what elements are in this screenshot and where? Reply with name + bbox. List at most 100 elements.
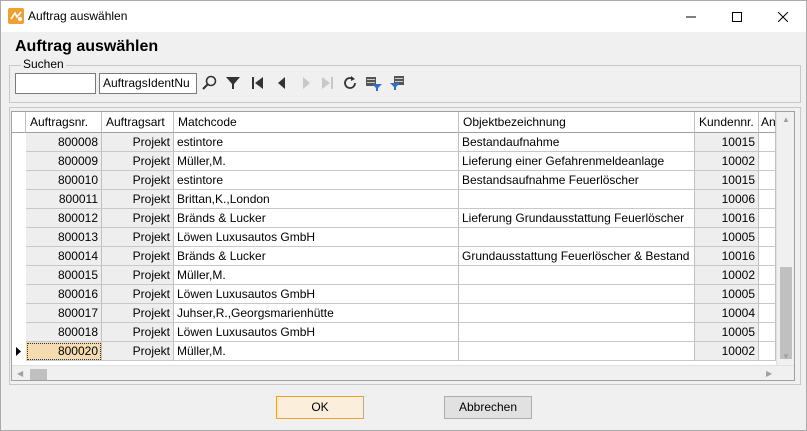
row-selector[interactable] xyxy=(12,247,26,266)
scroll-left-icon[interactable]: ◀ xyxy=(17,369,23,378)
filter-button[interactable] xyxy=(223,72,243,94)
cell-auftragsart[interactable]: Projekt xyxy=(102,304,174,323)
cancel-button[interactable]: Abbrechen xyxy=(444,396,532,419)
cell-auftragsnr[interactable]: 800016 xyxy=(26,285,102,304)
cell-auftragsart[interactable]: Projekt xyxy=(102,342,174,361)
cell-anl[interactable] xyxy=(759,247,776,266)
cell-anl[interactable] xyxy=(759,228,776,247)
cell-anl[interactable] xyxy=(759,342,776,361)
cell-matchcode[interactable]: estintore xyxy=(174,133,459,152)
refresh-button[interactable] xyxy=(340,72,360,94)
next-record-button[interactable] xyxy=(296,72,316,94)
table-row[interactable]: 800015 Projekt Müller,M. 10002 xyxy=(12,266,776,285)
cell-auftragsnr[interactable]: 800008 xyxy=(26,133,102,152)
cell-matchcode[interactable]: estintore xyxy=(174,171,459,190)
row-selector[interactable] xyxy=(12,266,26,285)
cell-objektbezeichnung[interactable] xyxy=(459,228,695,247)
search-input[interactable] xyxy=(15,73,96,94)
column-header-auftragsnr[interactable]: Auftragsnr. xyxy=(26,112,102,133)
cell-auftragsnr[interactable]: 800020 xyxy=(26,342,102,361)
cell-auftragsart[interactable]: Projekt xyxy=(102,323,174,342)
cell-anl[interactable] xyxy=(759,190,776,209)
column-header-matchcode[interactable]: Matchcode xyxy=(174,112,459,133)
table-row[interactable]: 800008 Projekt estintore Bestandaufnahme 100… xyxy=(12,133,776,152)
row-selector[interactable] xyxy=(12,190,26,209)
last-record-button[interactable] xyxy=(317,72,337,94)
cell-kundennr[interactable]: 10006 xyxy=(695,190,759,209)
cell-auftragsnr[interactable]: 800018 xyxy=(26,323,102,342)
previous-record-button[interactable] xyxy=(272,72,292,94)
cell-auftragsnr[interactable]: 800011 xyxy=(26,190,102,209)
cell-auftragsart[interactable]: Projekt xyxy=(102,228,174,247)
cell-matchcode[interactable]: Juhser,R.,Georgsmarienhütte xyxy=(174,304,459,323)
cell-kundennr[interactable]: 10005 xyxy=(695,323,759,342)
cell-anl[interactable] xyxy=(759,209,776,228)
table-row[interactable]: 800017 Projekt Juhser,R.,Georgsmarienhütte… xyxy=(12,304,776,323)
cell-kundennr[interactable]: 10016 xyxy=(695,209,759,228)
row-selector[interactable] xyxy=(12,209,26,228)
cell-kundennr[interactable]: 10002 xyxy=(695,342,759,361)
table-row[interactable]: 800013 Projekt Löwen Luxusautos GmbH 10005 xyxy=(12,228,776,247)
cell-objektbezeichnung[interactable] xyxy=(459,304,695,323)
cell-auftragsart[interactable]: Projekt xyxy=(102,190,174,209)
cell-auftragsnr[interactable]: 800015 xyxy=(26,266,102,285)
row-selector[interactable] xyxy=(12,304,26,323)
cell-auftragsnr[interactable]: 800017 xyxy=(26,304,102,323)
cell-auftragsnr[interactable]: 800013 xyxy=(26,228,102,247)
cell-auftragsart[interactable]: Projekt xyxy=(102,285,174,304)
cell-kundennr[interactable]: 10005 xyxy=(695,285,759,304)
cell-objektbezeichnung[interactable]: Bestandsaufnahme Feuerlöscher xyxy=(459,171,695,190)
cell-kundennr[interactable]: 10015 xyxy=(695,171,759,190)
table-row[interactable]: 800011 Projekt Brittan,K.,London 10006 xyxy=(12,190,776,209)
cell-matchcode[interactable]: Löwen Luxusautos GmbH xyxy=(174,228,459,247)
table-row[interactable]: 800018 Projekt Löwen Luxusautos GmbH 10005 xyxy=(12,323,776,342)
cell-anl[interactable] xyxy=(759,304,776,323)
cell-objektbezeichnung[interactable]: Lieferung Grundausstattung Feuerlöscher xyxy=(459,209,695,228)
cell-anl[interactable] xyxy=(759,285,776,304)
cell-objektbezeichnung[interactable]: Bestandaufnahme xyxy=(459,133,695,152)
cell-anl[interactable] xyxy=(759,266,776,285)
maximize-button[interactable] xyxy=(714,1,760,32)
table-row[interactable]: 800010 Projekt estintore Bestandsaufnahme F… xyxy=(12,171,776,190)
horizontal-scrollbar[interactable]: ◀ ▶ xyxy=(12,365,794,380)
edit-filter-button[interactable] xyxy=(388,72,408,94)
row-selector[interactable] xyxy=(12,152,26,171)
cell-matchcode[interactable]: Brittan,K.,London xyxy=(174,190,459,209)
cell-matchcode[interactable]: Bränds & Lucker xyxy=(174,209,459,228)
first-record-button[interactable] xyxy=(248,72,268,94)
cell-objektbezeichnung[interactable]: Lieferung einer Gefahrenmeldeanlage xyxy=(459,152,695,171)
scroll-right-icon[interactable]: ▶ xyxy=(766,369,772,378)
vertical-scroll-thumb[interactable] xyxy=(780,267,792,359)
cell-objektbezeichnung[interactable]: Grundausstattung Feuerlöscher & Bestand xyxy=(459,247,695,266)
cell-matchcode[interactable]: Müller,M. xyxy=(174,266,459,285)
close-button[interactable] xyxy=(760,1,806,32)
cell-kundennr[interactable]: 10015 xyxy=(695,133,759,152)
table-row[interactable]: 800020 Projekt Müller,M. 10002 xyxy=(12,342,776,361)
horizontal-scroll-thumb[interactable] xyxy=(30,369,47,380)
cell-auftragsnr[interactable]: 800010 xyxy=(26,171,102,190)
cell-auftragsart[interactable]: Projekt xyxy=(102,247,174,266)
column-header-objektbezeichnung[interactable]: Objektbezeichnung xyxy=(459,112,695,133)
column-header-kundennr[interactable]: Kundennr. xyxy=(695,112,759,133)
table-row[interactable]: 800009 Projekt Müller,M. Lieferung einer Ge… xyxy=(12,152,776,171)
cell-anl[interactable] xyxy=(759,323,776,342)
cell-objektbezeichnung[interactable] xyxy=(459,285,695,304)
row-selector[interactable] xyxy=(12,342,26,361)
cell-auftragsart[interactable]: Projekt xyxy=(102,266,174,285)
cell-kundennr[interactable]: 10002 xyxy=(695,266,759,285)
cell-matchcode[interactable]: Bränds & Lucker xyxy=(174,247,459,266)
table-row[interactable]: 800012 Projekt Bränds & Lucker Lieferung Gr… xyxy=(12,209,776,228)
row-selector[interactable] xyxy=(12,228,26,247)
cell-matchcode[interactable]: Löwen Luxusautos GmbH xyxy=(174,323,459,342)
scroll-up-icon[interactable]: ▲ xyxy=(782,115,790,124)
cell-objektbezeichnung[interactable] xyxy=(459,323,695,342)
cell-objektbezeichnung[interactable] xyxy=(459,342,695,361)
row-selector[interactable] xyxy=(12,285,26,304)
cell-auftragsnr[interactable]: 800014 xyxy=(26,247,102,266)
cell-anl[interactable] xyxy=(759,171,776,190)
row-selector[interactable] xyxy=(12,323,26,342)
scroll-down-icon[interactable]: ▼ xyxy=(782,352,790,361)
cell-auftragsnr[interactable]: 800009 xyxy=(26,152,102,171)
cell-objektbezeichnung[interactable] xyxy=(459,266,695,285)
orders-table[interactable]: Auftragsnr. Auftragsart Matchcode Objekt… xyxy=(11,111,795,381)
